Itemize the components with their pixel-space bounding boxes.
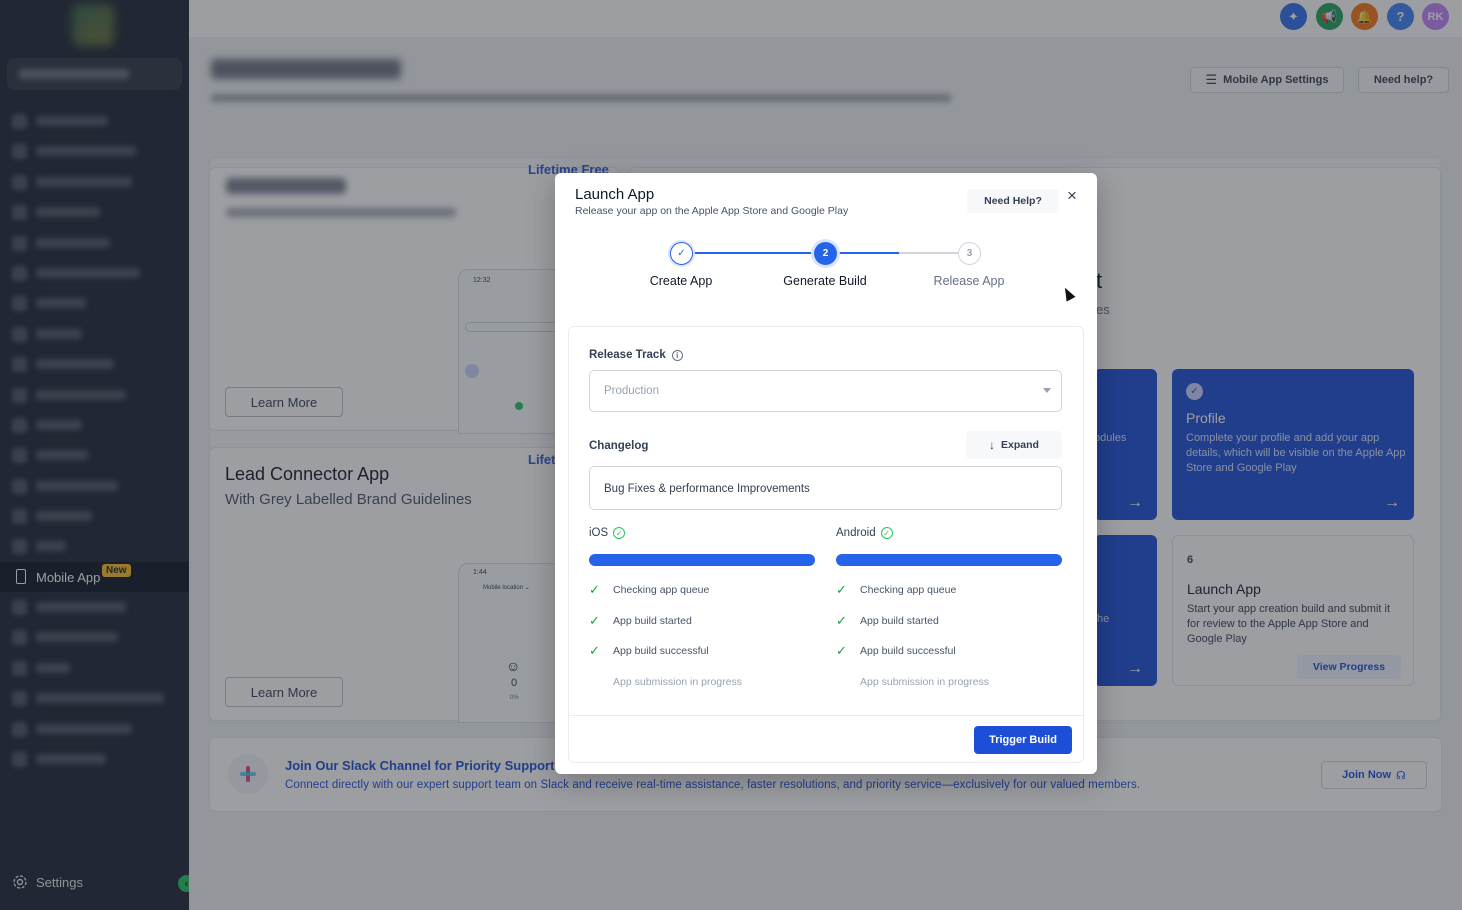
list-item: ✓ App build started	[589, 612, 692, 628]
release-track-label: Release Track i	[589, 349, 683, 361]
android-build-status: Android ✓ ✓ Checking app queue ✓ App build…	[836, 527, 1062, 697]
step-label-release-app[interactable]: Release App	[934, 274, 1005, 288]
step-connector	[837, 252, 899, 254]
android-header: Android ✓	[836, 527, 1062, 539]
step-connector	[693, 252, 826, 254]
step-label-create-app[interactable]: Create App	[650, 274, 713, 288]
step-connector	[899, 252, 959, 254]
check-icon: ✓	[836, 612, 847, 628]
list-item: ✓ App build started	[836, 612, 939, 628]
stepper: ✓ 2 3 Create App Generate Build Release …	[555, 239, 1097, 299]
check-icon: ✓	[836, 582, 847, 598]
chevron-down-icon	[1043, 388, 1051, 393]
need-help-button[interactable]: Need Help?	[967, 189, 1059, 213]
trigger-build-button[interactable]: Trigger Build	[974, 726, 1072, 754]
check-circle-icon: ✓	[613, 527, 626, 539]
check-icon: ✓	[836, 643, 847, 659]
step-upcoming-marker: 3	[958, 242, 981, 265]
android-progress-bar	[836, 554, 1062, 566]
list-item: ✓ App build successful	[836, 643, 956, 659]
check-circle-icon: ✓	[880, 527, 893, 539]
check-icon: ✓	[589, 612, 600, 628]
modal-title: Launch App	[575, 186, 655, 203]
step-active-marker: 2	[814, 242, 837, 265]
build-form: Release Track i Production Changelog ↓ E…	[568, 326, 1084, 763]
expand-button[interactable]: ↓ Expand	[966, 431, 1062, 459]
close-icon[interactable]: ×	[1067, 186, 1077, 206]
modal-subtitle: Release your app on the Apple App Store …	[575, 205, 849, 217]
arrow-down-icon: ↓	[989, 438, 996, 452]
modal-footer: Trigger Build	[569, 715, 1083, 763]
check-icon: ✓	[589, 643, 600, 659]
list-item: App submission in progress	[613, 675, 742, 688]
list-item: ✓ Checking app queue	[836, 582, 957, 598]
changelog-label: Changelog	[589, 440, 649, 452]
list-item: ✓ App build successful	[589, 643, 709, 659]
release-track-select[interactable]: Production	[589, 370, 1062, 412]
list-item: ✓ Checking app queue	[589, 582, 710, 598]
ios-header: iOS ✓	[589, 527, 815, 539]
ios-progress-bar	[589, 554, 815, 566]
check-icon: ✓	[589, 582, 600, 598]
list-item: App submission in progress	[860, 675, 989, 688]
info-icon: i	[671, 349, 683, 361]
changelog-field[interactable]: Bug Fixes & performance Improvements	[589, 466, 1062, 510]
ios-build-status: iOS ✓ ✓ Checking app queue ✓ App build sta…	[589, 527, 815, 697]
step-label-generate-build[interactable]: Generate Build	[783, 274, 866, 288]
step-done-check-icon: ✓	[670, 242, 693, 265]
launch-app-modal: Launch App Release your app on the Apple…	[555, 173, 1097, 774]
